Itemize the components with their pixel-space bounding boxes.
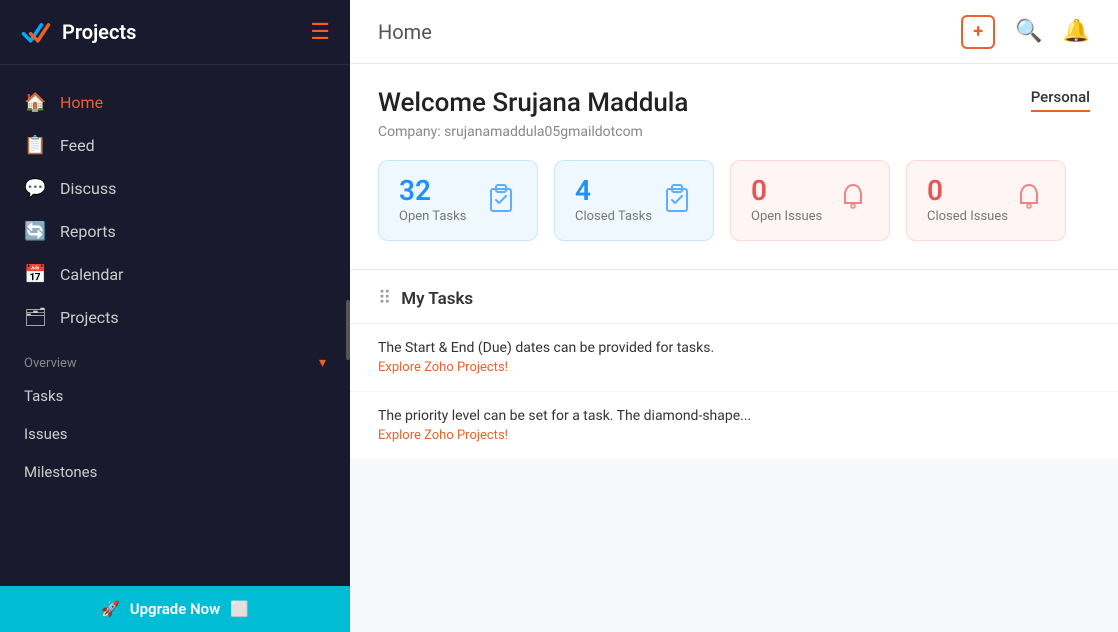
task-main-text-1: The priority level can be set for a task… bbox=[378, 408, 1090, 424]
bell-icon-closed-issues bbox=[1013, 181, 1045, 220]
stat-card-closed-issues[interactable]: 0 Closed Issues bbox=[906, 160, 1066, 241]
stat-label-open-issues: Open Issues bbox=[751, 209, 822, 224]
search-icon[interactable]: 🔍 bbox=[1015, 19, 1042, 44]
sidebar-item-feed[interactable]: 📋 Feed bbox=[0, 124, 350, 167]
upgrade-label: Upgrade Now bbox=[130, 600, 220, 618]
task-sub-text-1[interactable]: Explore Zoho Projects! bbox=[378, 428, 1090, 443]
stat-card-open-issues[interactable]: 0 Open Issues bbox=[730, 160, 890, 241]
sidebar-item-discuss[interactable]: 💬 Discuss bbox=[0, 167, 350, 210]
bell-icon-open-issues bbox=[837, 181, 869, 220]
stat-label-open-tasks: Open Tasks bbox=[399, 209, 466, 224]
sidebar-nav: 🏠 Home 📋 Feed 💬 Discuss 🔄 Reports 📅 Cale… bbox=[0, 65, 350, 586]
reports-icon: 🔄 bbox=[24, 221, 46, 242]
sidebar: Projects ☰ 🏠 Home 📋 Feed 💬 Discuss 🔄 Rep… bbox=[0, 0, 350, 632]
hamburger-icon[interactable]: ☰ bbox=[310, 20, 330, 45]
task-item-1[interactable]: The priority level can be set for a task… bbox=[350, 392, 1118, 460]
sidebar-item-label-feed: Feed bbox=[60, 136, 95, 155]
tasks-title: My Tasks bbox=[401, 289, 473, 309]
welcome-header: Welcome Srujana Maddula Personal bbox=[378, 88, 1090, 118]
chevron-down-icon[interactable]: ▾ bbox=[319, 355, 326, 371]
task-item-0[interactable]: The Start & End (Due) dates can be provi… bbox=[350, 324, 1118, 392]
page-title: Home bbox=[378, 20, 432, 44]
topbar: Home + 🔍 🔔 bbox=[350, 0, 1118, 64]
stat-left-open-tasks: 32 Open Tasks bbox=[399, 177, 466, 224]
sidebar-item-reports[interactable]: 🔄 Reports bbox=[0, 210, 350, 253]
sidebar-sub-item-issues[interactable]: Issues bbox=[0, 415, 350, 453]
tasks-section: ⠿ My Tasks The Start & End (Due) dates c… bbox=[350, 270, 1118, 460]
task-sub-text-0[interactable]: Explore Zoho Projects! bbox=[378, 360, 1090, 375]
sidebar-item-label-calendar: Calendar bbox=[60, 265, 123, 284]
sidebar-header: Projects ☰ bbox=[0, 0, 350, 65]
upgrade-bar[interactable]: 🚀 Upgrade Now ⬜ bbox=[0, 586, 350, 632]
stat-number-closed-issues: 0 bbox=[927, 177, 1008, 205]
rocket-icon: 🚀 bbox=[101, 600, 120, 618]
stat-number-open-tasks: 32 bbox=[399, 177, 466, 205]
drag-icon: ⠿ bbox=[378, 288, 391, 309]
sidebar-item-label-projects: Projects bbox=[60, 308, 119, 327]
topbar-actions: + 🔍 🔔 bbox=[961, 15, 1090, 49]
stat-card-closed-tasks[interactable]: 4 Closed Tasks bbox=[554, 160, 714, 241]
sidebar-sub-item-tasks[interactable]: Tasks bbox=[0, 377, 350, 415]
stat-number-closed-tasks: 4 bbox=[575, 177, 652, 205]
stats-row: 32 Open Tasks 4 Closed Tasks bbox=[378, 160, 1090, 241]
feed-icon: 📋 bbox=[24, 135, 46, 156]
sidebar-sub-item-milestones[interactable]: Milestones bbox=[0, 453, 350, 491]
sidebar-item-home[interactable]: 🏠 Home bbox=[0, 81, 350, 124]
calendar-icon: 📅 bbox=[24, 264, 46, 285]
sidebar-item-label-home: Home bbox=[60, 93, 103, 112]
sidebar-section-overview: Overview ▾ bbox=[0, 339, 350, 377]
tasks-header: ⠿ My Tasks bbox=[350, 270, 1118, 324]
welcome-section: Welcome Srujana Maddula Personal Company… bbox=[350, 64, 1118, 270]
sidebar-title: Projects bbox=[62, 20, 136, 44]
content-area: Welcome Srujana Maddula Personal Company… bbox=[350, 64, 1118, 632]
logo-icon bbox=[20, 16, 52, 48]
sidebar-logo: Projects bbox=[20, 16, 136, 48]
bell-icon[interactable]: 🔔 bbox=[1063, 19, 1090, 44]
discuss-icon: 💬 bbox=[24, 178, 46, 199]
sidebar-item-calendar[interactable]: 📅 Calendar bbox=[0, 253, 350, 296]
home-icon: 🏠 bbox=[24, 92, 46, 113]
welcome-title: Welcome Srujana Maddula bbox=[378, 88, 688, 118]
company-text: Company: srujanamaddula05gmaildotcom bbox=[378, 124, 1090, 140]
clipboard-icon-open-tasks bbox=[485, 181, 517, 220]
main-content: Home + 🔍 🔔 Welcome Srujana Maddula Perso… bbox=[350, 0, 1118, 632]
stat-label-closed-issues: Closed Issues bbox=[927, 209, 1008, 224]
sidebar-item-label-reports: Reports bbox=[60, 222, 116, 241]
stat-left-open-issues: 0 Open Issues bbox=[751, 177, 822, 224]
scrollbar-thumb[interactable] bbox=[346, 300, 350, 360]
stat-card-open-tasks[interactable]: 32 Open Tasks bbox=[378, 160, 538, 241]
stat-left-closed-tasks: 4 Closed Tasks bbox=[575, 177, 652, 224]
clipboard-icon-closed-tasks bbox=[661, 181, 693, 220]
projects-icon: 🗂 bbox=[24, 307, 46, 328]
stat-left-closed-issues: 0 Closed Issues bbox=[927, 177, 1008, 224]
task-main-text-0: The Start & End (Due) dates can be provi… bbox=[378, 340, 1090, 356]
upgrade-icon: ⬜ bbox=[230, 600, 249, 618]
stat-number-open-issues: 0 bbox=[751, 177, 822, 205]
sidebar-item-label-discuss: Discuss bbox=[60, 179, 116, 198]
sidebar-item-projects[interactable]: 🗂 Projects bbox=[0, 296, 350, 339]
stat-label-closed-tasks: Closed Tasks bbox=[575, 209, 652, 224]
personal-tab[interactable]: Personal bbox=[1031, 88, 1090, 112]
add-button[interactable]: + bbox=[961, 15, 995, 49]
